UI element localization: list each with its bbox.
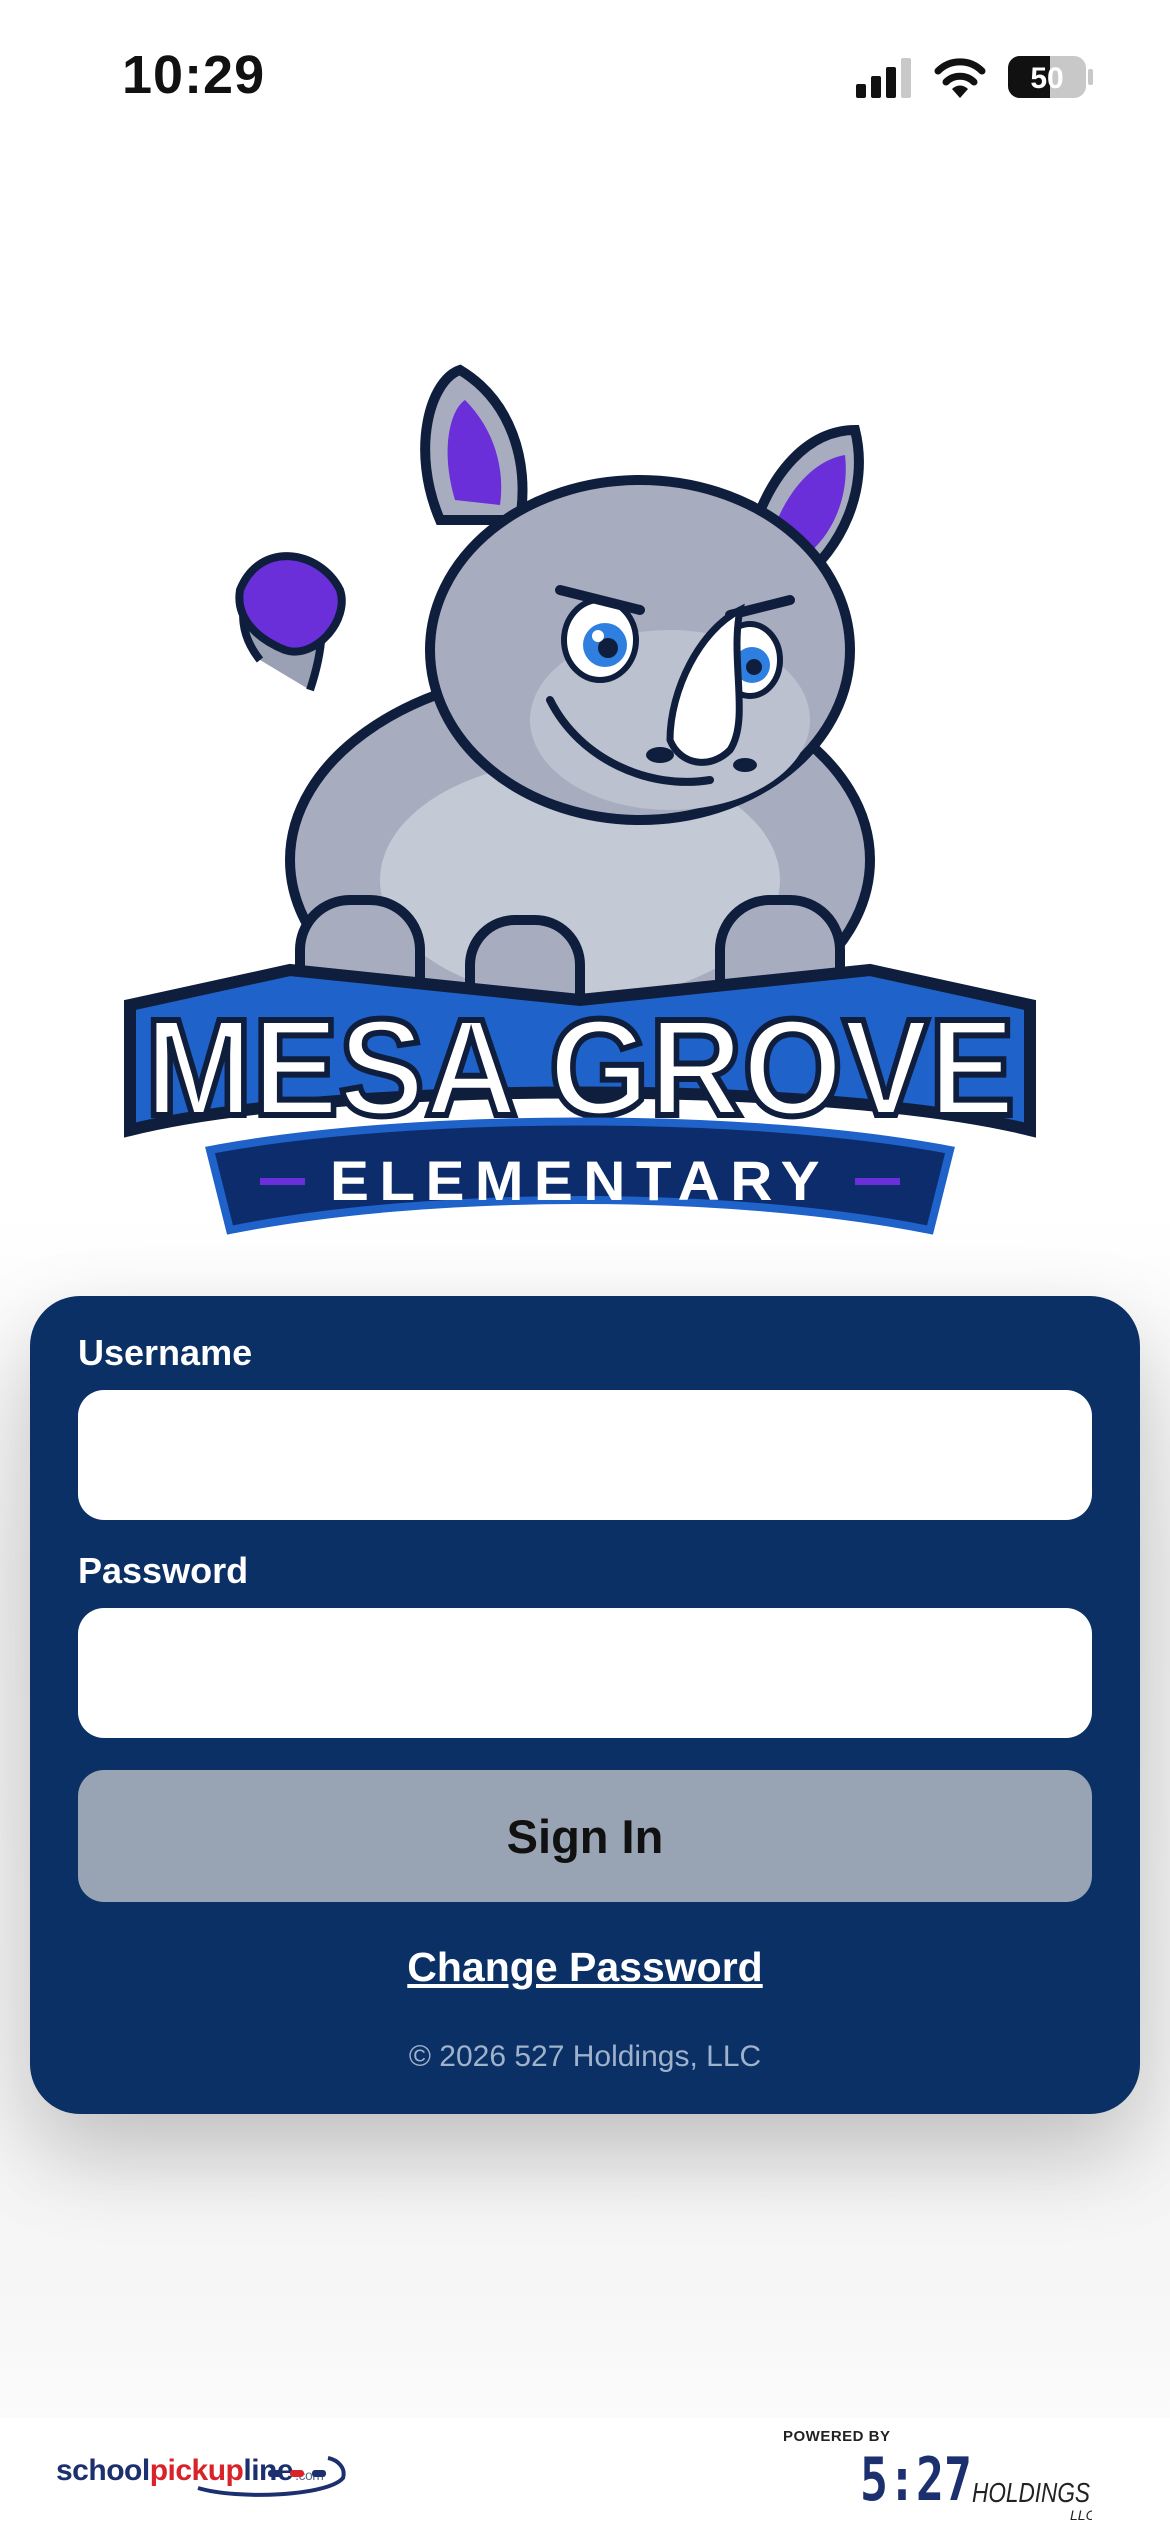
footer: schoolpickupline .com POWERED BY 5:27 HOL… — [0, 2418, 1170, 2532]
login-card: Username Password Sign In Change Passwor… — [30, 1296, 1140, 2114]
status-time: 10:29 — [122, 45, 266, 105]
school-type: ELEMENTARY — [330, 1149, 830, 1212]
status-bar: 10:29 50 — [0, 0, 1170, 150]
password-label: Password — [78, 1550, 249, 1591]
change-password-link[interactable]: Change Password — [30, 1944, 1140, 1991]
527-holdings-logo[interactable]: 5:27 HOLDINGS LLC — [860, 2446, 1092, 2522]
cellular-signal-icon — [856, 58, 911, 98]
school-name-banner: MESA GROVE ELEMENTARY — [124, 963, 1036, 1235]
battery-level: 50 — [1030, 62, 1063, 95]
spl-school-text: school — [56, 2454, 150, 2487]
school-logo: MESA GROVE ELEMENTARY — [124, 364, 1036, 1235]
holdings-llc: LLC — [1070, 2507, 1092, 2522]
car-line-icon — [197, 2456, 346, 2497]
sign-in-button[interactable]: Sign In — [78, 1770, 1092, 1902]
username-input[interactable] — [78, 1390, 1092, 1520]
battery-icon: 50 — [1008, 56, 1093, 98]
wifi-icon — [934, 58, 986, 98]
holdings-word: HOLDINGS — [972, 2477, 1090, 2508]
username-label: Username — [78, 1332, 253, 1373]
cars-icon — [268, 2470, 326, 2477]
holdings-digits: 5:27 — [860, 2446, 972, 2515]
password-input[interactable] — [78, 1608, 1092, 1738]
powered-by-label: POWERED BY — [783, 2428, 891, 2445]
copyright-text: © 2026 527 Holdings, LLC — [408, 2040, 762, 2073]
